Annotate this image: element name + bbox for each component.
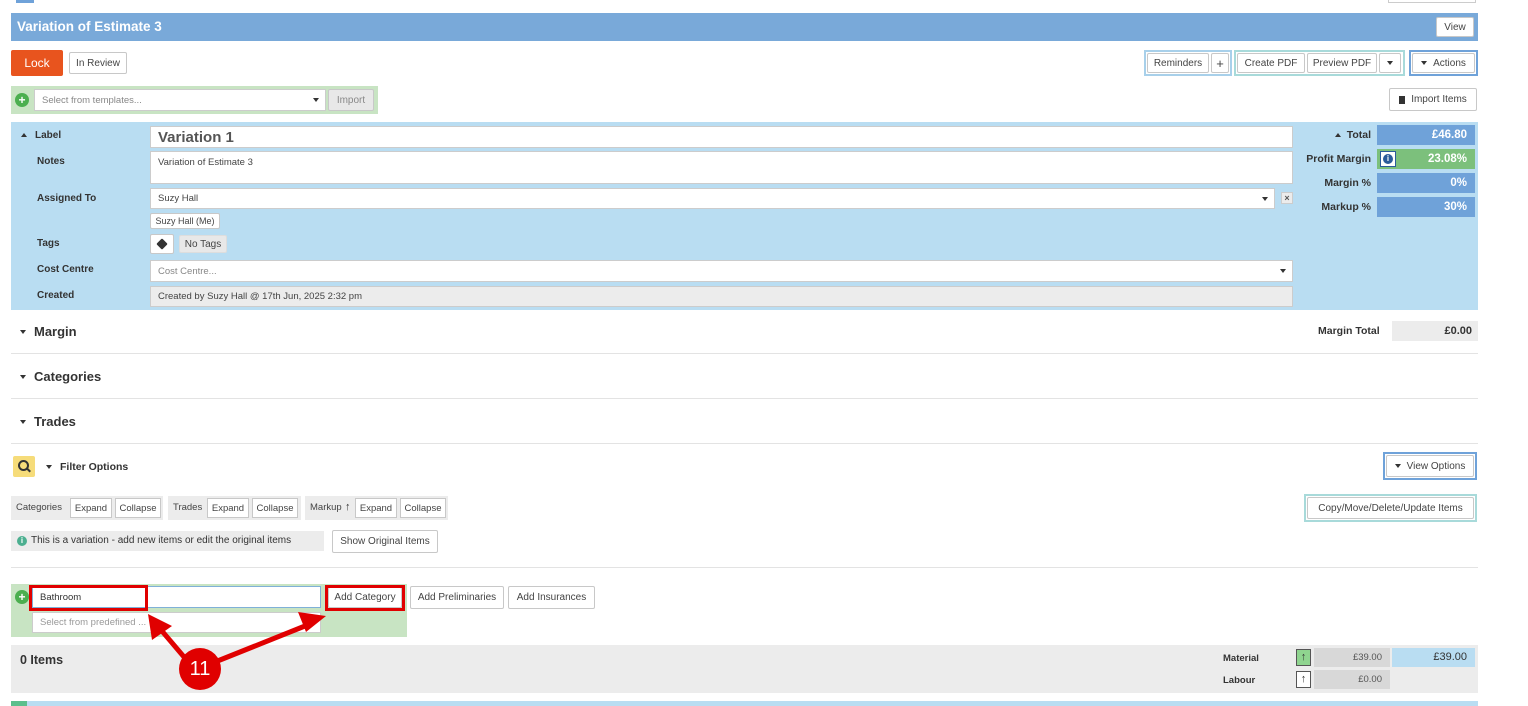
step-number-badge: 11 bbox=[179, 648, 221, 690]
annotation-arrows bbox=[148, 612, 326, 667]
